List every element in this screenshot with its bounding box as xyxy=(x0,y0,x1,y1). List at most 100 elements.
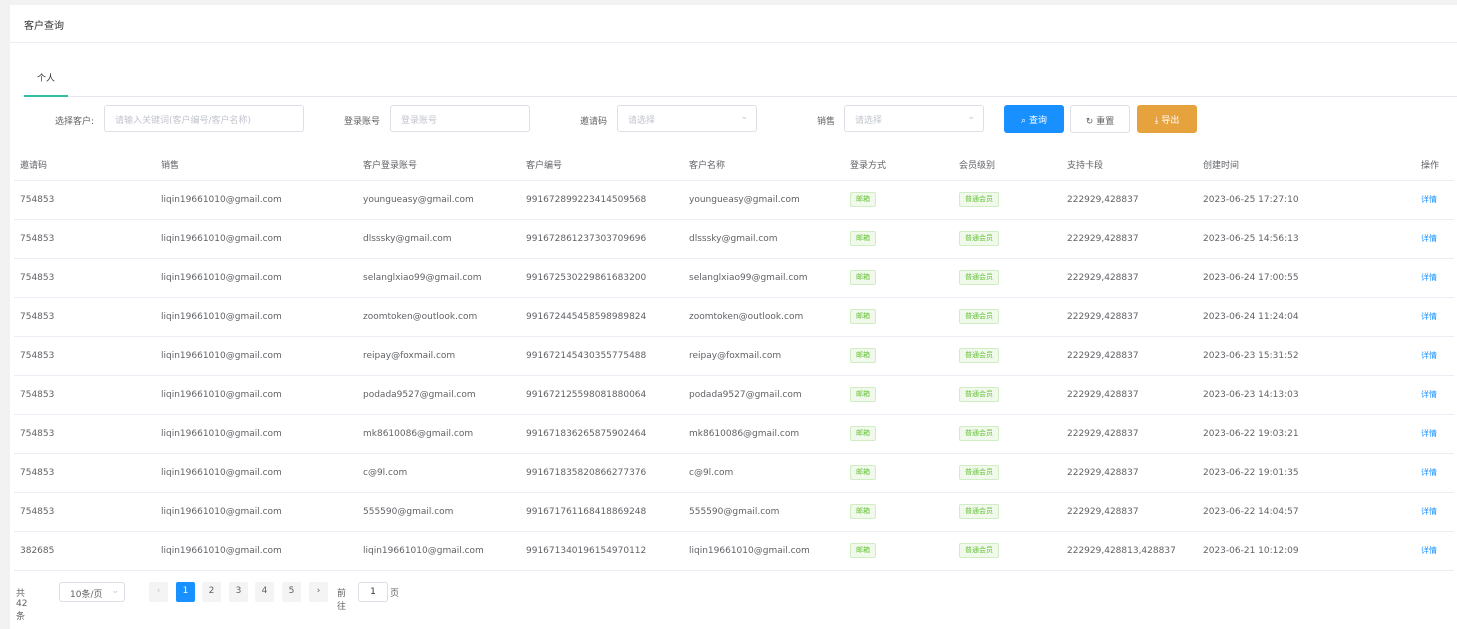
invite-select[interactable]: 请选择 ⌄ xyxy=(617,105,757,132)
sales-cell: liqin19661010@gmail.com xyxy=(155,531,357,571)
sales-label: 销售 xyxy=(817,117,836,127)
card-range-cell: 222929,428837 xyxy=(1061,336,1197,376)
created-time-cell: 2023-06-25 17:27:10 xyxy=(1197,180,1415,220)
card-range-cell: 222929,428837 xyxy=(1061,258,1197,298)
login-method-tag: 邮箱 xyxy=(850,348,876,363)
search-button[interactable]: ⌕ 查询 xyxy=(1004,105,1064,133)
column-header: 邀请码 xyxy=(14,150,155,181)
customer-name-cell: dlsssky@gmail.com xyxy=(683,219,844,259)
detail-link[interactable]: 详情 xyxy=(1421,507,1437,516)
column-header: 支持卡段 xyxy=(1061,150,1197,181)
sales-cell: liqin19661010@gmail.com xyxy=(155,453,357,493)
sales-cell: liqin19661010@gmail.com xyxy=(155,219,357,259)
page-button-3[interactable]: 3 xyxy=(229,582,248,602)
customer-name-cell: youngueasy@gmail.com xyxy=(683,180,844,220)
action-cell: 详情 xyxy=(1415,297,1454,337)
customer-id-cell: 991671761168418869248 xyxy=(520,492,683,532)
table-header-row: 邀请码 销售 客户登录账号 客户编号 客户名称 登录方式 会员级别 支持卡段 创建时间 操作 xyxy=(14,150,1454,181)
member-level-cell: 普通会员 xyxy=(953,414,1061,454)
goto-page-input[interactable]: 1 xyxy=(358,582,388,602)
detail-link[interactable]: 详情 xyxy=(1421,312,1437,321)
sales-cell: liqin19661010@gmail.com xyxy=(155,336,357,376)
detail-link[interactable]: 详情 xyxy=(1421,273,1437,282)
member-level-cell: 普通会员 xyxy=(953,453,1061,493)
member-level-cell: 普通会员 xyxy=(953,531,1061,571)
detail-link[interactable]: 详情 xyxy=(1421,390,1437,399)
member-level-tag: 普通会员 xyxy=(959,309,999,324)
card-range-cell: 222929,428837 xyxy=(1061,492,1197,532)
card-range-cell: 222929,428837 xyxy=(1061,414,1197,454)
page-size-select[interactable]: 10条/页 ⌄ xyxy=(59,582,125,602)
page-button-5[interactable]: 5 xyxy=(282,582,301,602)
customer-search-input[interactable]: 请输入关键词(客户编号/客户名称) xyxy=(104,105,304,132)
sales-cell: liqin19661010@gmail.com xyxy=(155,258,357,298)
detail-link[interactable]: 详情 xyxy=(1421,195,1437,204)
refresh-icon: ↻ xyxy=(1085,117,1094,127)
member-level-tag: 普通会员 xyxy=(959,426,999,441)
card-title: 客户查询 xyxy=(10,5,1457,43)
chevron-down-icon: ⌄ xyxy=(740,112,748,122)
customer-name-cell: zoomtoken@outlook.com xyxy=(683,297,844,337)
tabs: 个人 xyxy=(24,63,1457,97)
table-row: 754853 liqin19661010@gmail.com dlsssky@gma… xyxy=(14,219,1454,259)
column-header: 登录方式 xyxy=(844,150,953,181)
card-range-cell: 222929,428813,428837 xyxy=(1061,531,1197,571)
customer-name-cell: liqin19661010@gmail.com xyxy=(683,531,844,571)
invite-code-cell: 754853 xyxy=(14,297,155,337)
customer-id-cell: 991671836265875902464 xyxy=(520,414,683,454)
reset-button[interactable]: ↻ 重置 xyxy=(1070,105,1130,133)
tab-personal[interactable]: 个人 xyxy=(24,63,68,97)
table-body: 754853 liqin19661010@gmail.com youngueasy@… xyxy=(14,180,1454,571)
action-cell: 详情 xyxy=(1415,180,1454,220)
action-cell: 详情 xyxy=(1415,375,1454,415)
table-row: 754853 liqin19661010@gmail.com selanglxiao… xyxy=(14,258,1454,298)
login-method-tag: 邮箱 xyxy=(850,309,876,324)
tab-active-indicator xyxy=(24,95,68,97)
member-level-tag: 普通会员 xyxy=(959,543,999,558)
member-level-cell: 普通会员 xyxy=(953,219,1061,259)
member-level-cell: 普通会员 xyxy=(953,492,1061,532)
card-range-cell: 222929,428837 xyxy=(1061,297,1197,337)
detail-link[interactable]: 详情 xyxy=(1421,234,1437,243)
detail-link[interactable]: 详情 xyxy=(1421,351,1437,360)
login-method-cell: 邮箱 xyxy=(844,375,953,415)
table-row: 382685 liqin19661010@gmail.com liqin196610… xyxy=(14,531,1454,571)
page-button-4[interactable]: 4 xyxy=(255,582,274,602)
account-cell: podada9527@gmail.com xyxy=(357,375,520,415)
account-input[interactable]: 登录账号 xyxy=(390,105,530,132)
created-time-cell: 2023-06-23 14:13:03 xyxy=(1197,375,1415,415)
login-method-tag: 邮箱 xyxy=(850,192,876,207)
login-method-cell: 邮箱 xyxy=(844,258,953,298)
page-button-2[interactable]: 2 xyxy=(202,582,221,602)
customer-name-cell: c@9l.com xyxy=(683,453,844,493)
customer-id-cell: 991672125598081880064 xyxy=(520,375,683,415)
table-row: 754853 liqin19661010@gmail.com podada9527@… xyxy=(14,375,1454,415)
account-cell: youngueasy@gmail.com xyxy=(357,180,520,220)
created-time-cell: 2023-06-22 19:03:21 xyxy=(1197,414,1415,454)
invite-code-cell: 754853 xyxy=(14,375,155,415)
login-method-cell: 邮箱 xyxy=(844,492,953,532)
column-header: 创建时间 xyxy=(1197,150,1415,181)
page-button-1[interactable]: 1 xyxy=(176,582,195,602)
detail-link[interactable]: 详情 xyxy=(1421,468,1437,477)
member-level-tag: 普通会员 xyxy=(959,504,999,519)
action-cell: 详情 xyxy=(1415,414,1454,454)
prev-page-button[interactable]: ‹ xyxy=(149,582,168,602)
invite-code-cell: 754853 xyxy=(14,453,155,493)
export-button[interactable]: ⤓ 导出 xyxy=(1137,105,1197,133)
chevron-down-icon: ⌄ xyxy=(111,586,119,596)
sales-select[interactable]: 请选择 ⌄ xyxy=(844,105,984,132)
member-level-tag: 普通会员 xyxy=(959,387,999,402)
login-method-tag: 邮箱 xyxy=(850,504,876,519)
page-unit-label: 页 xyxy=(390,589,400,599)
next-page-button[interactable]: › xyxy=(309,582,328,602)
goto-label: 前往 xyxy=(337,589,347,612)
detail-link[interactable]: 详情 xyxy=(1421,429,1437,438)
detail-link[interactable]: 详情 xyxy=(1421,546,1437,555)
column-header: 销售 xyxy=(155,150,357,181)
member-level-tag: 普通会员 xyxy=(959,348,999,363)
login-method-cell: 邮箱 xyxy=(844,336,953,376)
member-level-tag: 普通会员 xyxy=(959,192,999,207)
customer-id-cell: 991671340196154970112 xyxy=(520,531,683,571)
created-time-cell: 2023-06-21 10:12:09 xyxy=(1197,531,1415,571)
